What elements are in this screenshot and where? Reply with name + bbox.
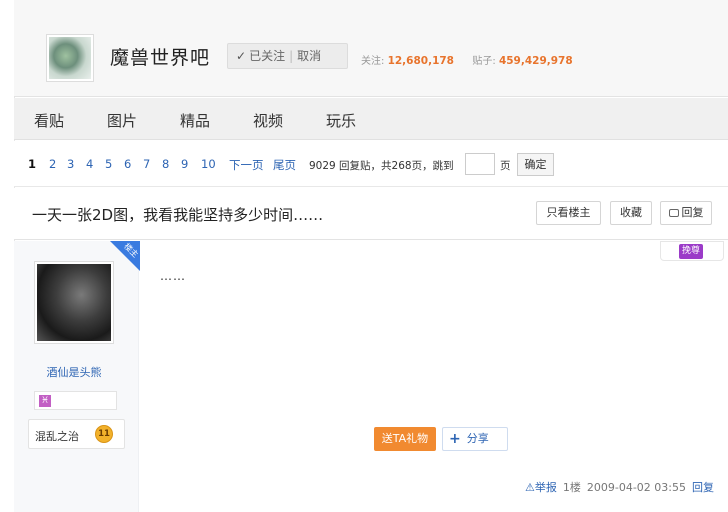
pager-info: 9029 回复贴，共268页，跳到 — [309, 160, 454, 172]
tab-posts[interactable]: 看贴 — [34, 110, 64, 131]
page-link[interactable]: 9 — [181, 157, 188, 171]
forum-stats: 关注: 12,680,178 贴子: 459,429,978 — [361, 52, 573, 67]
page-link[interactable]: 2 — [49, 157, 56, 171]
post: 酒仙是头熊 ♓ 混乱之治 11 楼主 …… 挽尊 送TA礼物 + 分享 ⚠举报 1楼… — [14, 241, 728, 512]
page-link[interactable]: 6 — [124, 157, 131, 171]
favorite-button[interactable]: 收藏 — [610, 201, 652, 225]
page-link[interactable]: 3 — [67, 157, 74, 171]
tab-fun[interactable]: 玩乐 — [326, 110, 356, 131]
author-icon-row: ♓ — [34, 391, 117, 410]
posts-count: 459,429,978 — [498, 55, 573, 67]
author-avatar[interactable] — [34, 261, 114, 344]
report-link[interactable]: 举报 — [535, 481, 557, 494]
tab-images[interactable]: 图片 — [107, 110, 137, 131]
post-timestamp: 2009-04-02 03:55 — [586, 481, 686, 494]
followers-count: 12,680,178 — [387, 55, 454, 67]
forum-name[interactable]: 魔兽世界吧 — [110, 43, 210, 70]
reply-button[interactable]: 回复 — [660, 201, 712, 225]
page-link[interactable]: 7 — [143, 157, 150, 171]
page-link[interactable]: 10 — [201, 157, 216, 171]
follow-status-button[interactable]: ✓ 已关注 | 取消 — [227, 43, 348, 69]
page-link[interactable]: 5 — [105, 157, 112, 171]
floor-number: 1楼 — [562, 481, 581, 494]
level-name: 混乱之治 — [35, 430, 79, 443]
forum-nav: 看贴 图片 精品 视频 玩乐 — [14, 98, 728, 140]
comment-icon — [668, 209, 679, 217]
page-current: 1 — [28, 157, 37, 171]
level-badge-box[interactable]: 混乱之治 11 — [28, 419, 125, 449]
post-reply-link[interactable]: 回复 — [692, 481, 714, 494]
post-content: …… — [160, 269, 186, 283]
pager: 1 2 3 4 5 6 7 8 9 10 下一页 尾页 9029 回复贴，共26… — [14, 141, 728, 187]
plus-icon: + — [449, 431, 461, 447]
last-page-link[interactable]: 尾页 — [273, 157, 296, 173]
next-page-link[interactable]: 下一页 — [229, 157, 264, 173]
divider: | — [289, 49, 294, 63]
tab-videos[interactable]: 视频 — [253, 110, 283, 131]
reply-label: 回复 — [681, 206, 704, 219]
page-link[interactable]: 4 — [86, 157, 93, 171]
zunzhe-label: 挽尊 — [679, 244, 704, 259]
author-panel: 酒仙是头熊 ♓ 混乱之治 11 — [14, 241, 139, 512]
share-label: 分享 — [466, 432, 489, 445]
zunzhe-button[interactable]: 挽尊 — [660, 241, 724, 265]
unfollow-button[interactable]: 取消 — [297, 49, 321, 63]
forum-header: 魔兽世界吧 ✓ 已关注 | 取消 关注: 12,680,178 贴子: 459,429… — [14, 0, 728, 97]
post-meta: ⚠举报 1楼 2009-04-02 03:55 回复 — [525, 479, 714, 495]
send-gift-button[interactable]: 送TA礼物 — [374, 427, 436, 451]
page-link[interactable]: 8 — [162, 157, 169, 171]
posts-label: 贴子: — [472, 56, 496, 67]
confirm-jump-button[interactable]: 确定 — [517, 153, 554, 176]
pisces-icon[interactable]: ♓ — [39, 395, 51, 407]
jump-page-input[interactable] — [465, 153, 495, 175]
forum-avatar[interactable] — [46, 34, 94, 82]
page-unit-label: 页 — [500, 160, 511, 172]
author-name[interactable]: 酒仙是头熊 — [34, 364, 114, 380]
followers-label: 关注: — [361, 56, 385, 67]
level-number: 11 — [95, 425, 113, 443]
tab-featured[interactable]: 精品 — [180, 110, 210, 131]
share-button[interactable]: + 分享 — [442, 427, 508, 451]
warning-icon: ⚠ — [525, 481, 535, 494]
follow-label: 已关注 — [249, 49, 286, 63]
author-avatar-image — [37, 264, 111, 341]
thread-title: 一天一张2D图，我看我能坚持多少时间…… — [32, 206, 324, 224]
forum-avatar-image — [49, 37, 91, 79]
only-owner-button[interactable]: 只看楼主 — [536, 201, 601, 225]
check-icon: ✓ — [236, 49, 247, 63]
thread-title-bar: 一天一张2D图，我看我能坚持多少时间…… 只看楼主 收藏 回复 — [14, 188, 728, 240]
